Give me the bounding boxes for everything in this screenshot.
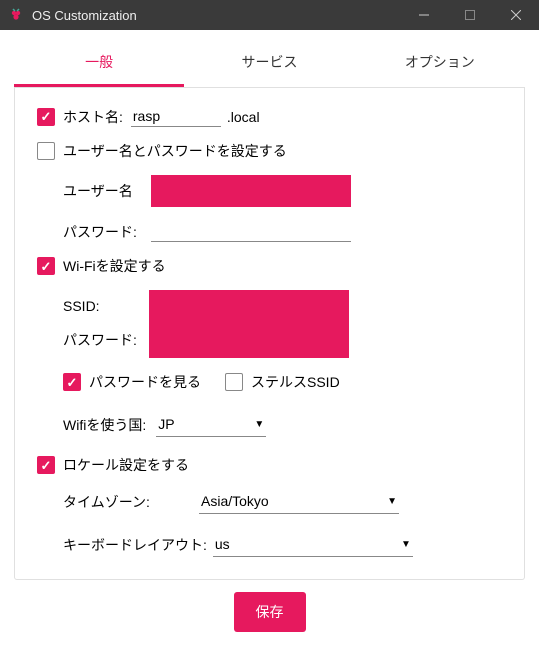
tab-options[interactable]: オプション: [355, 40, 525, 87]
hidden-ssid-checkbox[interactable]: [225, 373, 243, 391]
tab-bar: 一般 サービス オプション: [14, 40, 525, 88]
show-password-checkbox[interactable]: [63, 373, 81, 391]
hostname-suffix: .local: [227, 109, 260, 125]
chevron-down-icon: ▼: [387, 496, 397, 507]
hidden-ssid-label: ステルスSSID: [251, 372, 340, 392]
locale-checkbox[interactable]: [37, 456, 55, 474]
wifi-country-value: JP: [158, 416, 246, 432]
keyboard-select[interactable]: us ▼: [213, 532, 413, 557]
timezone-label: タイムゾーン:: [63, 492, 193, 512]
chevron-down-icon: ▼: [401, 539, 411, 550]
close-button[interactable]: [493, 0, 539, 30]
save-button[interactable]: 保存: [234, 592, 306, 632]
hostname-label: ホスト名:: [63, 107, 123, 127]
password-label: パスワード:: [63, 222, 145, 242]
keyboard-label: キーボードレイアウト:: [63, 535, 207, 555]
hostname-checkbox[interactable]: [37, 108, 55, 126]
show-password-label: パスワードを見る: [89, 372, 201, 392]
userpass-checkbox[interactable]: [37, 142, 55, 160]
minimize-button[interactable]: [401, 0, 447, 30]
timezone-value: Asia/Tokyo: [201, 493, 379, 509]
maximize-button[interactable]: [447, 0, 493, 30]
wifi-password-label: パスワード:: [63, 330, 137, 350]
raspberry-pi-icon: [8, 7, 24, 23]
keyboard-value: us: [215, 536, 393, 552]
username-label: ユーザー名: [63, 181, 145, 201]
chevron-down-icon: ▼: [254, 419, 264, 430]
wifi-country-select[interactable]: JP ▼: [156, 412, 266, 437]
form-general: ホスト名: .local ユーザー名とパスワードを設定する ユーザー名 パスワー…: [14, 88, 525, 580]
timezone-select[interactable]: Asia/Tokyo ▼: [199, 489, 399, 514]
ssid-label: SSID:: [63, 298, 137, 314]
username-input-redacted[interactable]: [151, 175, 351, 207]
wifi-fields-redacted[interactable]: [149, 290, 349, 358]
hostname-input[interactable]: [131, 106, 221, 127]
userpass-label: ユーザー名とパスワードを設定する: [63, 141, 287, 161]
password-input[interactable]: [151, 221, 351, 242]
tab-services[interactable]: サービス: [184, 40, 354, 87]
window-title: OS Customization: [32, 8, 401, 23]
tab-general[interactable]: 一般: [14, 40, 184, 87]
locale-label: ロケール設定をする: [63, 455, 189, 475]
titlebar: OS Customization: [0, 0, 539, 30]
wifi-country-label: Wifiを使う国:: [63, 415, 146, 435]
wifi-label: Wi-Fiを設定する: [63, 256, 166, 276]
wifi-checkbox[interactable]: [37, 257, 55, 275]
